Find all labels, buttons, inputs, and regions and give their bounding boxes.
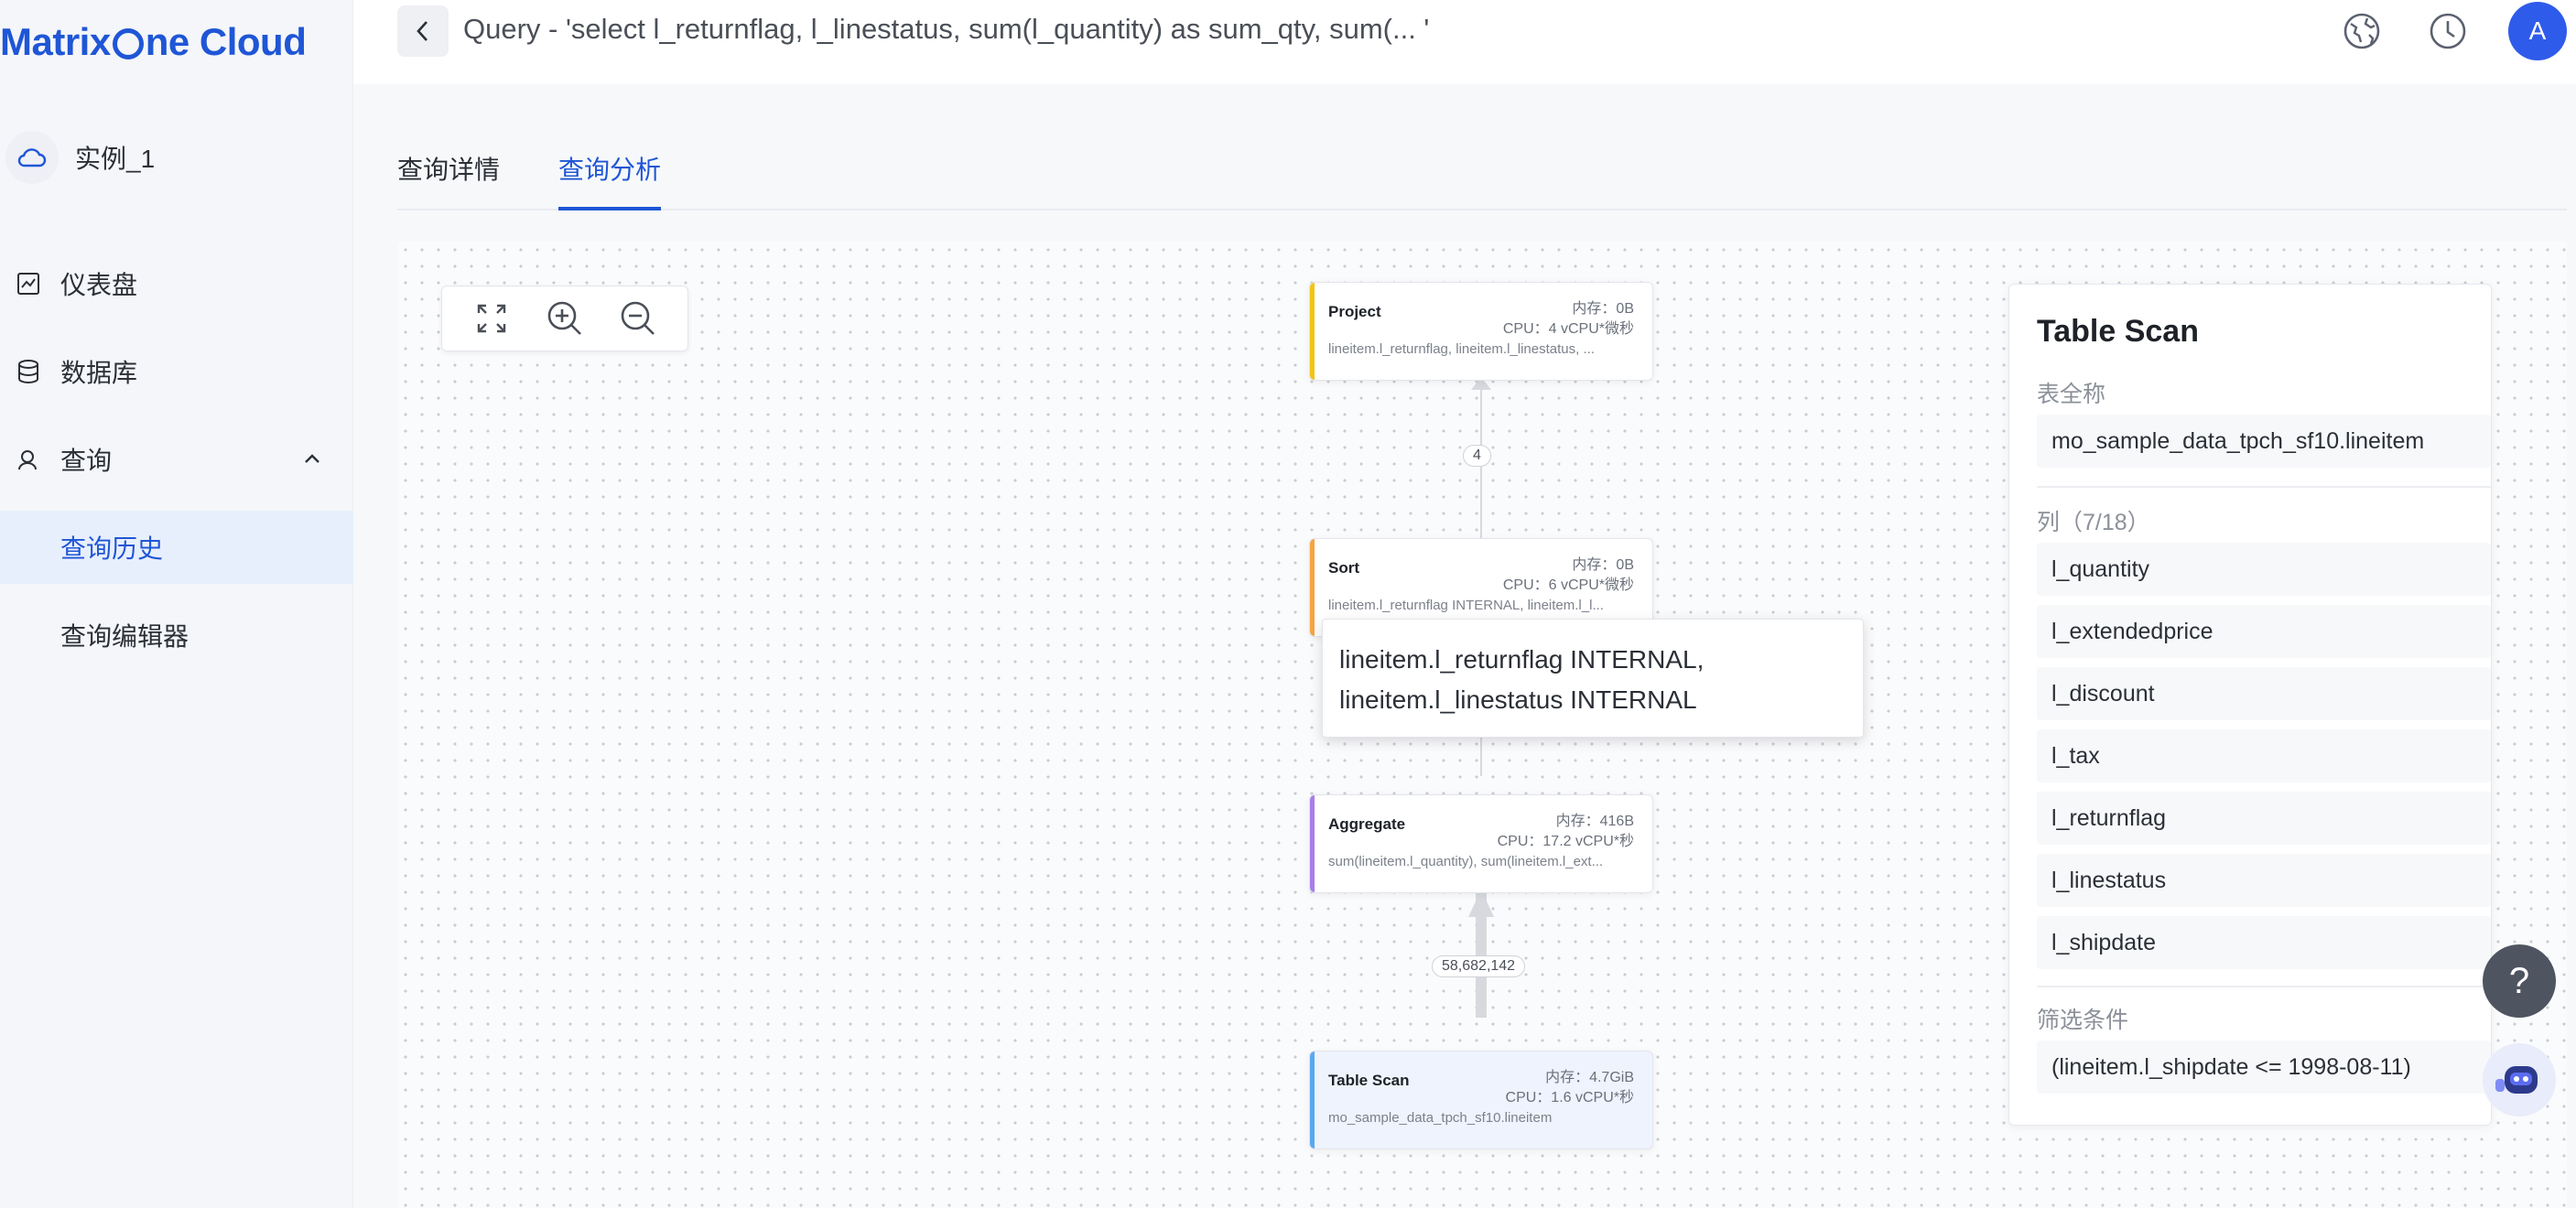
node-memory: 内存：4.7GiB — [1545, 1070, 1634, 1085]
plan-node-table-scan[interactable]: Table Scan 内存：4.7GiB CPU：1.6 vCPU*秒 mo_s… — [1309, 1051, 1653, 1149]
node-detail: lineitem.l_returnflag, lineitem.l_linest… — [1328, 341, 1595, 357]
tab-bar: 查询详情 查询分析 — [397, 137, 2567, 210]
chevron-left-icon — [417, 21, 428, 41]
node-detail: mo_sample_data_tpch_sf10.lineitem — [1328, 1110, 1553, 1126]
assistant-robot-icon[interactable] — [2483, 1043, 2556, 1116]
tab-query-details[interactable]: 查询详情 — [397, 150, 500, 207]
column-item: l_linestatus — [2037, 854, 2491, 907]
logo-text-2: ne Cloud — [145, 20, 307, 63]
nav-dashboard[interactable]: 仪表盘 — [0, 247, 353, 320]
column-item: l_tax — [2037, 729, 2491, 782]
node-name: Sort — [1328, 559, 1359, 577]
tooltip-line: lineitem.l_returnflag INTERNAL, — [1339, 645, 1705, 674]
nav-query-editor-label: 查询编辑器 — [60, 622, 189, 651]
node-detail: lineitem.l_returnflag INTERNAL, lineitem… — [1328, 598, 1604, 613]
edge-row-count: 4 — [1463, 445, 1491, 467]
node-detail-panel: Table Scan 表全称 mo_sample_data_tpch_sf10.… — [2008, 284, 2492, 1126]
node-memory: 内存：416B — [1555, 814, 1634, 829]
node-detail-tooltip: lineitem.l_returnflag INTERNAL, lineitem… — [1322, 619, 1864, 738]
node-color-bar — [1310, 539, 1315, 636]
zoom-out-icon[interactable] — [616, 297, 660, 340]
node-cpu: CPU：6 vCPU*微秒 — [1502, 577, 1634, 593]
instance-selector[interactable]: 实例_1 — [0, 128, 353, 187]
chart-icon — [15, 270, 42, 297]
node-cpu: CPU：1.6 vCPU*秒 — [1505, 1090, 1634, 1106]
fullscreen-icon[interactable] — [470, 297, 514, 340]
node-color-bar — [1310, 283, 1315, 380]
nav-dashboard-label: 仪表盘 — [60, 271, 138, 299]
column-item: l_returnflag — [2037, 792, 2491, 845]
tooltip-line: lineitem.l_linestatus INTERNAL — [1339, 685, 1697, 714]
nav-query-editor[interactable]: 查询编辑器 — [0, 599, 353, 672]
avatar[interactable]: A — [2508, 2, 2567, 60]
instance-name: 实例_1 — [75, 145, 156, 173]
cloud-icon — [5, 131, 59, 184]
node-name: Project — [1328, 303, 1381, 320]
node-color-bar — [1310, 795, 1315, 892]
nav-query-history-label: 查询历史 — [60, 534, 164, 563]
node-detail: sum(lineitem.l_quantity), sum(lineitem.l… — [1328, 854, 1604, 869]
panel-title: Table Scan — [2037, 314, 2199, 349]
plan-node-project[interactable]: Project 内存：0B CPU：4 vCPU*微秒 lineitem.l_r… — [1309, 282, 1653, 381]
search-user-icon — [15, 446, 42, 473]
clock-icon[interactable] — [2426, 9, 2470, 53]
plan-node-aggregate[interactable]: Aggregate 内存：416B CPU：17.2 vCPU*秒 sum(li… — [1309, 794, 1653, 893]
zoom-toolbar — [441, 286, 688, 351]
table-name-value: mo_sample_data_tpch_sf10.lineitem — [2037, 415, 2491, 468]
logo-o-mark — [112, 28, 144, 59]
divider — [2037, 486, 2491, 488]
column-item: l_discount — [2037, 667, 2491, 720]
column-item: l_shipdate — [2037, 916, 2491, 969]
node-cpu: CPU：4 vCPU*微秒 — [1502, 321, 1634, 337]
node-memory: 内存：0B — [1572, 557, 1634, 573]
header: Query - 'select l_returnflag, l_linestat… — [353, 0, 2576, 84]
table-name-label: 表全称 — [2037, 382, 2106, 407]
nav-database-label: 数据库 — [60, 359, 138, 387]
node-cpu: CPU：17.2 vCPU*秒 — [1497, 834, 1634, 849]
nav-query[interactable]: 查询 — [0, 423, 353, 496]
node-color-bar — [1310, 1052, 1315, 1149]
database-icon — [15, 358, 42, 385]
node-name: Table Scan — [1328, 1072, 1410, 1089]
filter-label: 筛选条件 — [2037, 1008, 2129, 1033]
nav-database[interactable]: 数据库 — [0, 335, 353, 408]
sidebar: Matrix ne Cloud 实例_1 仪表盘 数据库 查询 查询历史 查询编辑… — [0, 0, 353, 1208]
nav-query-label: 查询 — [60, 447, 113, 475]
logo-text-1: Matrix — [0, 20, 111, 63]
column-item: l_quantity — [2037, 543, 2491, 596]
divider — [2037, 986, 2491, 987]
nav-query-history[interactable]: 查询历史 — [0, 511, 353, 584]
tab-query-analysis[interactable]: 查询分析 — [558, 150, 662, 210]
globe-icon[interactable] — [2340, 9, 2384, 53]
column-item: l_extendedprice — [2037, 605, 2491, 658]
logo[interactable]: Matrix ne Cloud — [0, 15, 307, 70]
columns-label: 列（7/18） — [2037, 510, 2150, 535]
back-button[interactable] — [397, 5, 449, 57]
arrow-up-icon — [1468, 890, 1494, 917]
zoom-in-icon[interactable] — [543, 297, 587, 340]
edge-row-count: 58,682,142 — [1432, 955, 1526, 977]
node-memory: 内存：0B — [1572, 301, 1634, 317]
chevron-up-icon[interactable] — [302, 447, 322, 476]
query-title: Query - 'select l_returnflag, l_linestat… — [463, 13, 1430, 45]
filter-value: (lineitem.l_shipdate <= 1998-08-11) — [2037, 1041, 2491, 1094]
help-button[interactable]: ? — [2483, 944, 2556, 1018]
node-name: Aggregate — [1328, 815, 1406, 833]
plan-canvas[interactable]: 4 58,682,142 Project 内存：0B CPU：4 vCPU*微秒… — [397, 242, 2567, 1208]
